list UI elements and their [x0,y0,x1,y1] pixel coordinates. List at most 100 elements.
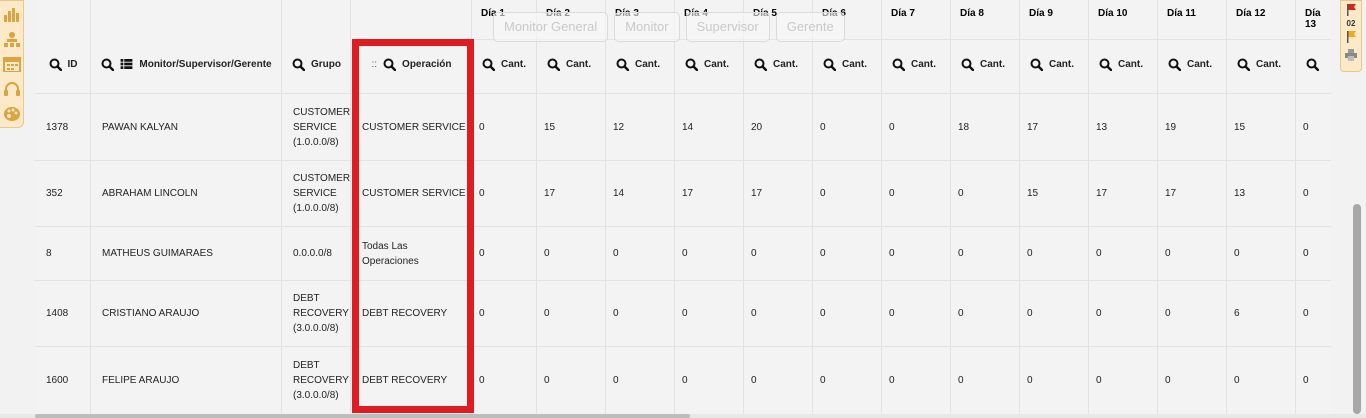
cant-header[interactable] [1306,54,1325,74]
day-value-cell: 17 [682,161,693,226]
day-value: 0 [1165,248,1171,259]
group-line: (1.0.0.0/8) [293,203,339,214]
group-cell: DEBT RECOVERY (3.0.0.0/8) [293,347,349,414]
cant-header[interactable]: Cant. [823,54,867,74]
day-value-cell: 6 [1234,281,1240,346]
day-header: Día 13 [1305,8,1321,30]
tab-supervisor[interactable]: Supervisor [685,12,770,42]
day-value: 0 [889,188,895,199]
day-value: 17 [544,188,556,199]
day-value: 0 [544,308,550,319]
search-icon[interactable] [961,58,974,71]
day-value: 0 [544,375,550,386]
day-value-cell: 15 [544,94,555,160]
search-icon[interactable] [754,58,767,71]
search-icon[interactable] [892,58,905,71]
day-value-cell: 17 [1027,94,1038,160]
search-icon[interactable] [685,58,698,71]
headset-icon[interactable] [3,80,21,97]
day-value-cell: 0 [1234,347,1240,414]
search-icon[interactable] [1099,58,1112,71]
day-value: 0 [613,248,619,259]
cant-header[interactable]: Cant. [961,54,1005,74]
day-header: Día 8 [960,8,984,19]
red-flag-icon[interactable] [1343,3,1359,17]
cant-label: Cant. [566,58,591,70]
day-value-cell: 0 [1303,161,1309,226]
cant-header[interactable]: Cant. [754,54,798,74]
day-value: 0 [1027,248,1033,259]
right-toolbar: 02 [1340,0,1362,72]
vertical-scrollbar[interactable] [1353,204,1361,414]
day-value-cell: 0 [613,347,619,414]
day-value-cell: 12 [613,94,624,160]
day-value-cell: 17 [1165,161,1176,226]
list-icon[interactable] [120,59,133,69]
name-cell: CRISTIANO ARAUJO [102,281,279,346]
tab-gerente[interactable]: Gerente [775,12,845,42]
day-value: 0 [1303,375,1309,386]
cant-header[interactable]: Cant. [547,54,591,74]
calendar-icon[interactable] [2,56,21,73]
cant-header[interactable]: Cant. [482,54,526,74]
search-icon[interactable] [1030,58,1043,71]
day-value-cell: 0 [479,281,485,346]
horizontal-scrollbar[interactable] [35,414,690,418]
cant-header[interactable]: Cant. [1237,54,1281,74]
cant-header[interactable]: Cant. [1168,54,1212,74]
day-value-cell: 13 [1234,161,1245,226]
day-value: 14 [613,188,625,199]
cant-header[interactable]: Cant. [685,54,729,74]
palette-icon[interactable] [3,105,21,122]
cant-label: Cant. [635,58,660,70]
day-value-cell: 0 [613,281,619,346]
search-icon[interactable] [49,58,62,71]
day-value: 0 [479,188,485,199]
cant-header[interactable]: Cant. [1030,54,1074,74]
day-value-cell: 0 [958,281,964,346]
day-value: 0 [1027,375,1033,386]
group-line: (3.0.0.0/8) [293,390,339,401]
search-icon[interactable] [101,58,115,71]
search-icon[interactable] [292,58,305,71]
cant-label: Cant. [1118,58,1143,70]
group-line: SERVICE [293,121,337,133]
cant-header[interactable]: Cant. [892,54,936,74]
cant-label: Cant. [1187,58,1212,70]
search-icon[interactable] [1237,58,1250,71]
id-header[interactable]: ID [35,54,91,74]
bar-chart-icon[interactable] [3,6,21,23]
day-value: 0 [479,248,485,259]
search-icon[interactable] [1306,58,1319,71]
group-lines: 0.0.0.0/8 [293,246,332,261]
search-icon[interactable] [1168,58,1181,71]
cant-label: Cant. [1256,58,1281,70]
search-icon[interactable] [616,58,629,71]
name-header[interactable]: Monitor/Supervisor/Gerente [91,54,282,74]
day-value-cell: 0 [1303,347,1309,414]
day-value: 0 [1303,121,1309,133]
org-chart-icon[interactable] [3,31,21,48]
day-value: 0 [820,248,826,259]
group-line: RECOVERY [293,308,349,319]
day-value-cell: 17 [544,161,555,226]
day-value-cell: 0 [889,281,895,346]
id-cell: 1378 [46,94,88,160]
tab-monitor[interactable]: Monitor [614,12,680,42]
day-value-cell: 14 [682,94,693,160]
cant-header[interactable]: Cant. [616,54,660,74]
day-value: 0 [682,308,688,319]
search-icon[interactable] [547,58,560,71]
cant-header[interactable]: Cant. [1099,54,1143,74]
search-icon[interactable] [482,58,495,71]
orange-flag-icon[interactable] [1343,30,1359,44]
day-value: 0 [820,308,826,319]
group-header[interactable]: Grupo [282,54,351,74]
print-icon[interactable] [1343,48,1359,62]
group-line: SERVICE [293,188,337,199]
tab-monitor-general[interactable]: Monitor General [493,12,609,42]
row-name: ABRAHAM LINCOLN [102,188,198,199]
day-value-cell: 15 [1234,94,1245,160]
search-icon[interactable] [823,58,836,71]
day-value-cell: 15 [1027,161,1038,226]
